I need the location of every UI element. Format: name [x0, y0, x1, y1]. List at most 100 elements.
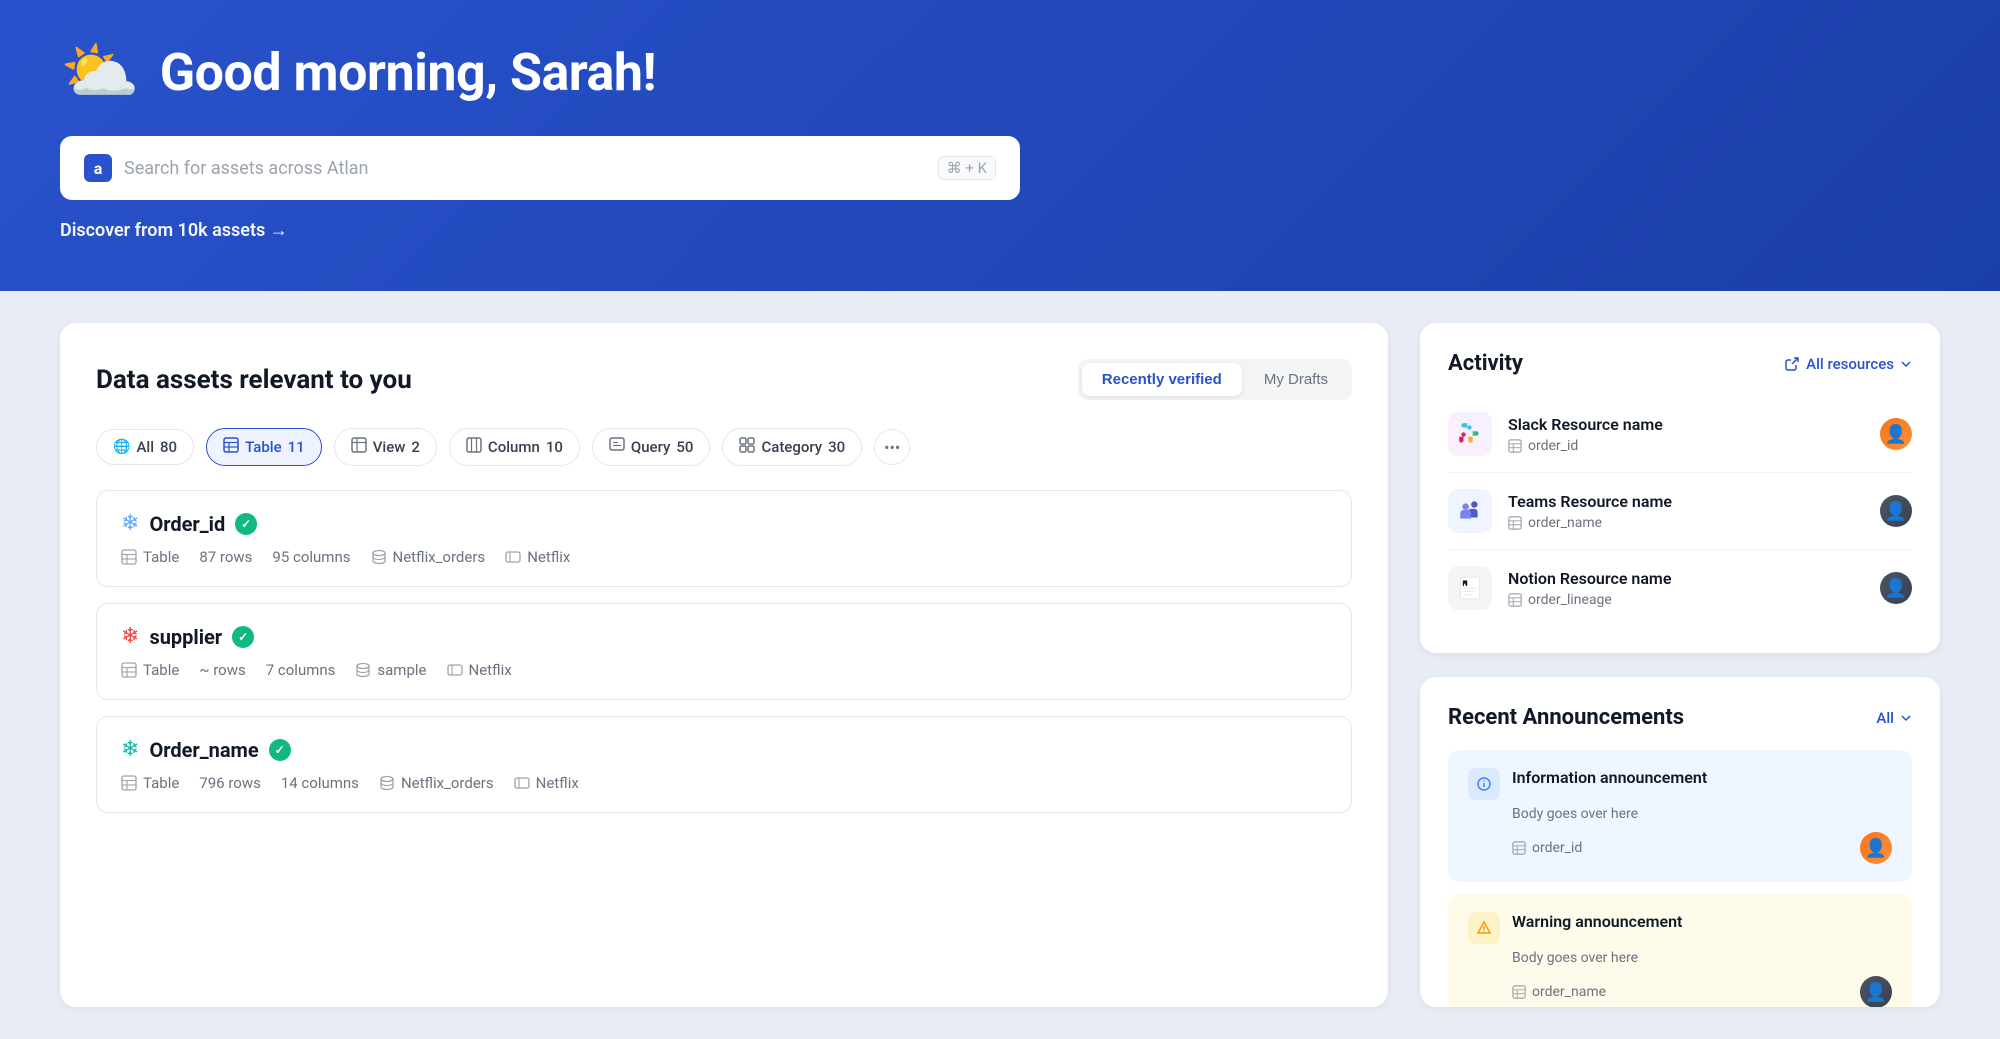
filter-more-button[interactable]: •••: [874, 429, 910, 465]
filter-row: 🌐 All 80 Table 11: [96, 428, 1352, 466]
notion-asset-name: order_lineage: [1528, 592, 1612, 608]
filter-table[interactable]: Table 11: [206, 428, 322, 466]
slack-logo-icon: [1448, 412, 1492, 456]
asset-type: Table: [121, 774, 179, 792]
notion-asset-sub: order_lineage: [1508, 592, 1864, 608]
user-avatar-slack: 👤: [1880, 418, 1912, 450]
category-icon: [739, 437, 755, 457]
filter-all[interactable]: 🌐 All 80: [96, 429, 194, 465]
ann-warning-body: Body goes over here: [1468, 950, 1892, 966]
warning-icon: [1468, 912, 1500, 944]
announcements-panel: Recent Announcements All: [1420, 677, 1940, 1007]
panel-header: Data assets relevant to you Recently ver…: [96, 359, 1352, 400]
atlan-logo-icon: a: [84, 154, 112, 182]
search-shortcut-badge: ⌘ + K: [938, 156, 996, 180]
announcements-all-button[interactable]: All: [1876, 709, 1912, 727]
asset-card-order-id[interactable]: ❄ Order_id Table 87 rows 95 columns: [96, 490, 1352, 587]
teams-logo-icon: [1448, 489, 1492, 533]
asset-rows: 87 rows: [199, 548, 252, 566]
asset-name: Order_name: [149, 738, 258, 762]
database-icon: [379, 775, 395, 791]
ann-warning-title: Warning announcement: [1512, 912, 1682, 931]
column-icon: [466, 437, 482, 457]
activity-item-notion[interactable]: N Notion Resource name: [1448, 550, 1912, 626]
user-avatar-ann-info: 👤: [1860, 832, 1892, 864]
source-icon: [514, 775, 530, 791]
chevron-down-icon: [1900, 358, 1912, 370]
filter-query-count: 50: [676, 438, 693, 456]
activity-info: Teams Resource name order_name: [1508, 492, 1864, 531]
filter-view-label: View: [373, 438, 406, 456]
database-icon: [355, 662, 371, 678]
filter-query-label: Query: [631, 438, 671, 456]
search-placeholder-text: Search for assets across Atlan: [124, 158, 926, 179]
slack-resource-name: Slack Resource name: [1508, 415, 1864, 434]
slack-asset-name: order_id: [1528, 438, 1578, 454]
asset-schema: Netflix_orders: [379, 774, 494, 792]
asset-card-title: ❄ supplier: [121, 624, 1327, 649]
asset-name: Order_id: [149, 512, 225, 536]
filter-query[interactable]: Query 50: [592, 428, 711, 466]
table-icon: [223, 437, 239, 457]
asset-meta: Table 87 rows 95 columns Netflix_orders: [121, 548, 1327, 566]
right-panel: Activity All resources: [1420, 323, 1940, 1007]
asset-card-supplier[interactable]: ❄ supplier Table ~ rows 7 columns: [96, 603, 1352, 700]
activity-info: Slack Resource name order_id: [1508, 415, 1864, 454]
weather-emoji: ⛅: [60, 40, 140, 104]
announcement-info[interactable]: Information announcement Body goes over …: [1448, 750, 1912, 882]
asset-columns: 95 columns: [272, 548, 350, 566]
ann-info-footer: order_id 👤: [1468, 832, 1892, 864]
snowflake-icon-red: ❄: [121, 624, 139, 649]
filter-category-label: Category: [761, 438, 822, 456]
ann-info-title: Information announcement: [1512, 768, 1707, 787]
filter-table-label: Table: [245, 438, 282, 456]
info-icon: [1468, 768, 1500, 800]
asset-meta: Table 796 rows 14 columns Netflix_orders: [121, 774, 1327, 792]
all-resources-button[interactable]: All resources: [1784, 355, 1912, 373]
tab-recently-verified[interactable]: Recently verified: [1082, 363, 1242, 396]
announcements-title: Recent Announcements: [1448, 705, 1684, 730]
filter-category[interactable]: Category 30: [722, 428, 862, 466]
table-icon-tiny: [1508, 516, 1522, 530]
ann-info-body: Body goes over here: [1468, 806, 1892, 822]
table-icon-tiny: [1508, 593, 1522, 607]
asset-type: Table: [121, 548, 179, 566]
table-icon-tiny: [1508, 439, 1522, 453]
asset-source: Netflix: [514, 774, 579, 792]
chevron-down-icon: [1900, 712, 1912, 724]
activity-item-slack[interactable]: Slack Resource name order_id 👤: [1448, 396, 1912, 473]
asset-schema: Netflix_orders: [371, 548, 486, 566]
filter-view[interactable]: View 2: [334, 428, 437, 466]
notion-logo-icon: N: [1448, 566, 1492, 610]
search-wrapper: a Search for assets across Atlan ⌘ + K D…: [60, 136, 1020, 241]
teams-asset-name: order_name: [1528, 515, 1602, 531]
filter-all-count: 80: [160, 438, 177, 456]
filter-column-count: 10: [546, 438, 563, 456]
filter-column[interactable]: Column 10: [449, 428, 580, 466]
snowflake-icon-blue: ❄: [121, 511, 139, 536]
asset-schema: sample: [355, 661, 426, 679]
verified-badge: [232, 626, 254, 648]
announcement-warning[interactable]: Warning announcement Body goes over here…: [1448, 894, 1912, 1007]
teams-asset-sub: order_name: [1508, 515, 1864, 531]
asset-name: supplier: [149, 625, 222, 649]
tab-my-drafts[interactable]: My Drafts: [1244, 363, 1348, 396]
user-avatar-ann-warning: 👤: [1860, 976, 1892, 1007]
table-icon-tiny: [1512, 841, 1526, 855]
slack-asset-sub: order_id: [1508, 438, 1864, 454]
panel-title: Data assets relevant to you: [96, 365, 412, 395]
greeting-row: ⛅ Good morning, Sarah!: [60, 40, 1940, 104]
asset-type: Table: [121, 661, 179, 679]
verified-badge: [269, 739, 291, 761]
source-icon: [447, 662, 463, 678]
table-icon-tiny: [1512, 985, 1526, 999]
search-bar[interactable]: a Search for assets across Atlan ⌘ + K: [60, 136, 1020, 200]
all-resources-label: All resources: [1806, 355, 1894, 373]
main-content: Data assets relevant to you Recently ver…: [0, 291, 2000, 1039]
discover-link[interactable]: Discover from 10k assets →: [60, 220, 1020, 241]
asset-card-order-name[interactable]: ❄ Order_name Table 796 rows 14 columns: [96, 716, 1352, 813]
ann-warning-footer: order_name 👤: [1468, 976, 1892, 1007]
activity-item-teams[interactable]: Teams Resource name order_name 👤: [1448, 473, 1912, 550]
announcements-header: Recent Announcements All: [1448, 705, 1912, 730]
asset-source: Netflix: [447, 661, 512, 679]
